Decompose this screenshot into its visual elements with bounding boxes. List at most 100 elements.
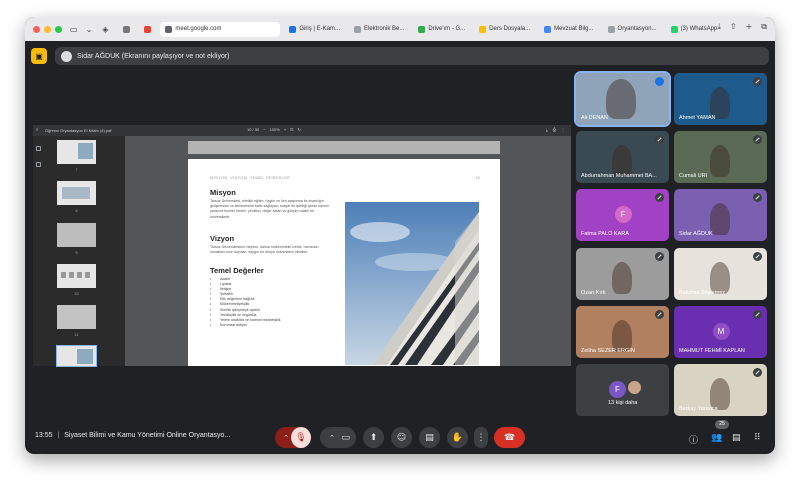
- vision-heading: Vizyon: [210, 234, 235, 243]
- browser-tab[interactable]: Mevzuat Bilg...: [539, 22, 598, 37]
- thumbnail-page-current[interactable]: [56, 345, 97, 367]
- participant-tile[interactable]: Zeliha SEZER ERGIN: [576, 306, 669, 358]
- tab-favicon-icon: [353, 25, 361, 33]
- thumbnail-page[interactable]: [57, 223, 96, 247]
- outline-icon[interactable]: [36, 162, 41, 167]
- participant-name: Ali DENAN: [581, 115, 608, 121]
- activities-icon[interactable]: ⠿: [754, 433, 761, 443]
- participant-video: [710, 203, 730, 235]
- participant-tile[interactable]: Batuhan Söylemez: [674, 248, 767, 300]
- tab-favicon-icon: [670, 25, 678, 33]
- menu-icon[interactable]: ≡: [36, 127, 38, 132]
- tab-gmail-a[interactable]: [118, 22, 135, 37]
- camera-button[interactable]: ▭: [341, 433, 350, 443]
- mic-off-icon: [655, 252, 664, 261]
- page-header: MİSYON, VİZYON, TEMEL DEĞERLER: [210, 175, 291, 180]
- page-counter[interactable]: 10 / 30: [247, 127, 259, 132]
- values-heading: Temel Değerler: [210, 266, 264, 275]
- browser-tab[interactable]: Drive'ım - G...: [413, 22, 470, 37]
- meeting-time: 13:55: [35, 432, 53, 439]
- audio-options-chevron-icon[interactable]: ⌃: [283, 434, 289, 442]
- vision-text: Tarsus Üniversitesinin vizyonu, daima mü…: [210, 245, 319, 255]
- tab-overview-icon[interactable]: ⌄: [86, 25, 93, 34]
- thumbnail-panel: 7 8 9 10 11: [45, 136, 125, 367]
- mic-off-icon: [655, 193, 664, 202]
- meeting-title: Siyaset Bilimi ve Kamu Yönetimi Online O…: [64, 432, 231, 439]
- participant-tile[interactable]: Ali DENAN: [574, 71, 671, 127]
- thumbnail-page[interactable]: [57, 264, 96, 288]
- thumbnail-page[interactable]: [57, 181, 96, 205]
- tab-gmail-m[interactable]: [139, 22, 156, 37]
- thumbnails-icon[interactable]: [36, 146, 41, 151]
- avatar: F: [614, 206, 632, 223]
- participant-tile[interactable]: Sidar AĞDUK: [674, 189, 767, 241]
- participant-tile[interactable]: F 13 kişi daha: [576, 364, 669, 416]
- participant-tile[interactable]: Ozan Kırk: [576, 248, 669, 300]
- mic-off-icon: [655, 310, 664, 319]
- zoom-level[interactable]: 100%: [270, 127, 280, 132]
- video-options-chevron-icon[interactable]: ⌃: [329, 434, 335, 442]
- new-tab-icon[interactable]: +: [746, 22, 753, 32]
- mic-group: ⌃ 🎙: [275, 427, 311, 448]
- participant-tile[interactable]: M MAHMUT FEHMİ KAPLAN: [674, 306, 767, 358]
- tab-favicon-icon: [544, 25, 552, 33]
- shield-icon[interactable]: ◈: [102, 25, 108, 34]
- meeting-info: 13:55 | Siyaset Bilimi ve Kamu Yönetimi …: [35, 432, 231, 439]
- present-screen-icon: ▣: [31, 48, 47, 64]
- leave-call-button[interactable]: ☎: [494, 427, 525, 448]
- minimize-window-button[interactable]: [44, 25, 51, 33]
- participant-tile[interactable]: Ahmet YAMAN: [674, 73, 767, 125]
- browser-tab[interactable]: Elektronik Be...: [349, 22, 409, 37]
- browser-tab[interactable]: Ders Dosyala...: [474, 22, 535, 37]
- participant-video: [606, 79, 636, 119]
- participant-count-badge: 25: [715, 420, 729, 429]
- presenter-pill[interactable]: Sidar AĞDUK (Ekranını paylaşıyor ve not …: [55, 47, 769, 65]
- previous-page: [188, 141, 500, 154]
- participant-name: MAHMUT FEHMİ KAPLAN: [679, 348, 745, 354]
- participant-video: [612, 262, 632, 294]
- thumbnail-page[interactable]: [57, 305, 96, 329]
- browser-tab[interactable]: Giriş | E-Kam...: [284, 22, 345, 37]
- thumbnail-number: 10: [74, 291, 79, 296]
- print-icon[interactable]: ⎙: [553, 127, 556, 132]
- sidebar-toggle-icon[interactable]: ▭: [70, 25, 78, 34]
- captions-button[interactable]: ▤: [419, 427, 440, 448]
- share-icon[interactable]: ⇧: [730, 22, 737, 32]
- download-pdf-icon[interactable]: ⤓: [546, 127, 548, 132]
- maximize-window-button[interactable]: [55, 25, 62, 33]
- emoji-button[interactable]: ☺: [391, 427, 412, 448]
- browser-tab[interactable]: Oryantasyon...: [603, 22, 662, 37]
- more-options-button[interactable]: ⋮: [474, 427, 488, 448]
- zoom-out-icon[interactable]: −: [263, 127, 265, 132]
- info-icon[interactable]: ⓘ: [689, 433, 698, 446]
- presenter-label: Sidar AĞDUK (Ekranını paylaşıyor ve not …: [77, 52, 230, 60]
- thumbnail-number: 8: [75, 208, 78, 213]
- tab-label: Mevzuat Bilg...: [554, 26, 594, 32]
- participant-tile[interactable]: Abdurrahman Muhammet BA...: [576, 131, 669, 183]
- mic-off-button[interactable]: 🎙: [291, 427, 311, 448]
- avatar: F: [608, 381, 626, 398]
- tabs-icon[interactable]: ⧉: [761, 22, 767, 32]
- more-options-icon[interactable]: ⋮: [561, 127, 565, 132]
- participant-tile[interactable]: F Fatma PALO KARA: [576, 189, 669, 241]
- people-icon[interactable]: 👥: [711, 433, 722, 443]
- close-window-button[interactable]: [33, 25, 40, 33]
- participant-tile[interactable]: Cumali URI: [674, 131, 767, 183]
- rotate-icon[interactable]: ↻: [298, 127, 301, 132]
- thumbnail-number: 9: [75, 250, 78, 255]
- thumbnail-page[interactable]: [57, 140, 96, 164]
- browser-tab[interactable]: (3) WhatsApp: [666, 22, 723, 37]
- speaking-indicator-icon: [655, 77, 664, 86]
- raise-hand-button[interactable]: ✋: [447, 427, 468, 448]
- zoom-in-icon[interactable]: +: [284, 127, 286, 132]
- fit-page-icon[interactable]: ⊡: [290, 127, 293, 132]
- pdf-page-area[interactable]: MİSYON, VİZYON, TEMEL DEĞERLER 10 Misyon…: [125, 136, 571, 366]
- download-icon[interactable]: ⤓: [717, 22, 721, 32]
- chat-icon[interactable]: ▤: [732, 433, 741, 443]
- participant-tile[interactable]: Berkay Yarımca: [674, 364, 767, 416]
- page-number: 10: [475, 175, 480, 180]
- shared-screen: ≡ Öğrenci Oryantasyon El Kitabı (4).pdf …: [33, 125, 571, 367]
- present-button[interactable]: ⬆: [363, 427, 384, 448]
- mic-off-icon: [753, 77, 762, 86]
- browser-tab[interactable]: meet.google.com: [160, 21, 281, 37]
